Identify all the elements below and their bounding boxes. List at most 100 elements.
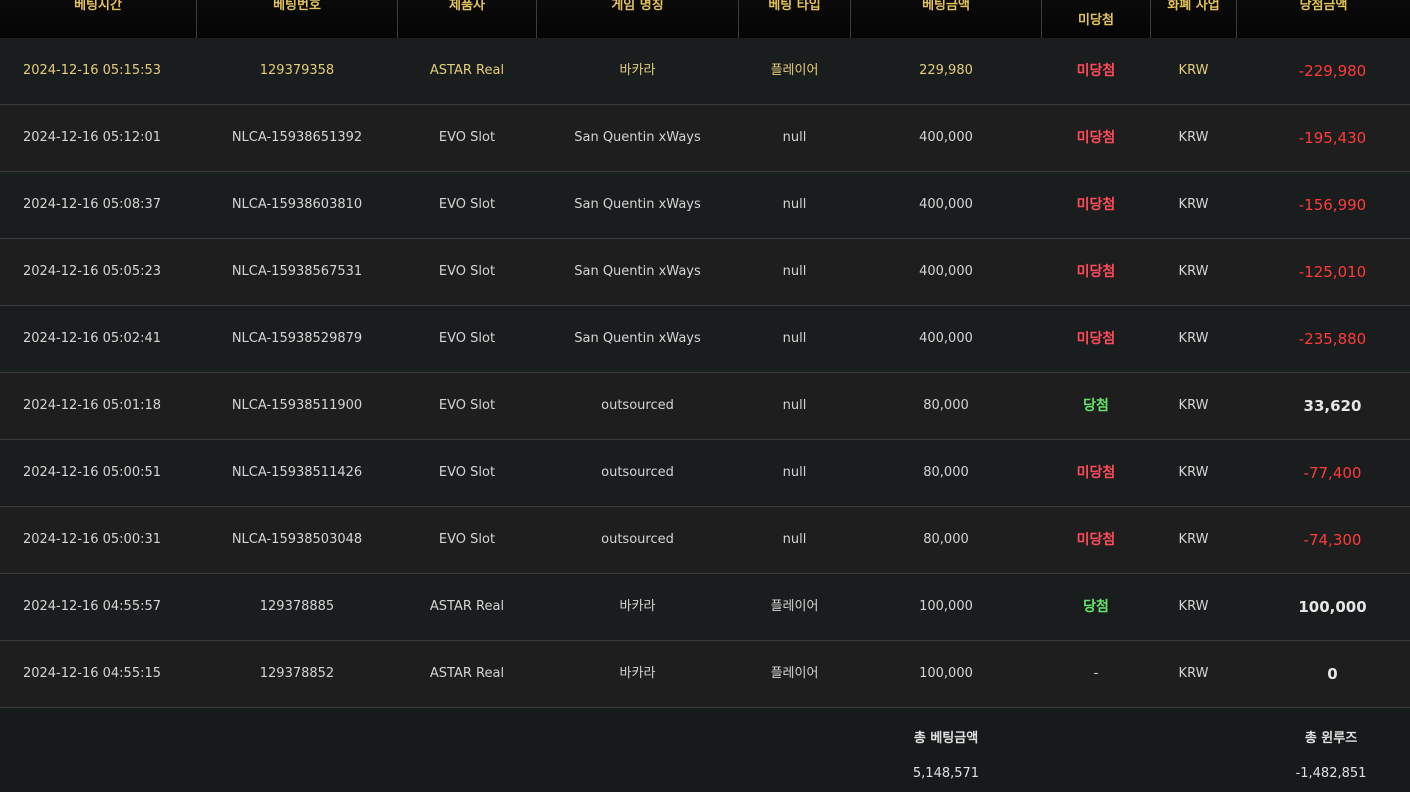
bet-amount-cell: 100,000 xyxy=(919,666,973,681)
bet-type-cell: null xyxy=(782,331,807,346)
col-win-amount: 당첨금액 xyxy=(1237,0,1410,38)
result-cell: 당첨 xyxy=(1083,398,1109,414)
total-bet-label: 총 베팅금액 xyxy=(913,731,979,746)
bet-number-cell: NLCA-15938511426 xyxy=(231,465,363,480)
game-name-cell: outsourced xyxy=(601,398,674,413)
result-cell: 미당첨 xyxy=(1076,63,1116,79)
result-cell: 미당첨 xyxy=(1076,130,1116,146)
game-name-cell: outsourced xyxy=(601,465,674,480)
result-cell: - xyxy=(1093,666,1099,681)
bet-amount-cell: 400,000 xyxy=(919,197,973,212)
bet-time-cell: 2024-12-16 05:01:18 xyxy=(22,398,162,413)
provider-cell: EVO Slot xyxy=(438,331,496,346)
game-name-cell: San Quentin xWays xyxy=(574,331,701,346)
bet-type-cell: 플레이어 xyxy=(770,63,819,78)
result-cell: 미당첨 xyxy=(1076,465,1116,481)
bet-time-cell: 2024-12-16 04:55:15 xyxy=(22,666,162,681)
game-name-cell: outsourced xyxy=(601,532,674,547)
bet-amount-cell: 229,980 xyxy=(919,63,973,78)
bet-type-cell: null xyxy=(782,398,807,413)
bet-amount-cell: 80,000 xyxy=(923,532,969,547)
table-header: 베팅시간 베팅번호 제품사 게임 명칭 베팅 타입 베팅금액 미당첨 화폐 사업… xyxy=(0,0,1410,39)
win-amount-cell: 0 xyxy=(1327,665,1338,683)
provider-cell: EVO Slot xyxy=(438,264,496,279)
bet-number-cell: NLCA-15938529879 xyxy=(231,331,363,346)
win-amount-cell: -77,400 xyxy=(1303,464,1362,482)
currency-cell: KRW xyxy=(1178,599,1209,614)
table-footer: 총 베팅금액 5,148,571 총 윈루즈 -1,482,851 xyxy=(0,708,1410,792)
result-cell: 미당첨 xyxy=(1076,197,1116,213)
col-bet-time-label: 베팅시간 xyxy=(74,0,122,13)
currency-cell: KRW xyxy=(1178,532,1209,547)
currency-cell: KRW xyxy=(1178,331,1209,346)
bet-type-cell: 플레이어 xyxy=(770,666,819,681)
bet-time-cell: 2024-12-16 05:05:23 xyxy=(22,264,162,279)
bet-amount-cell: 400,000 xyxy=(919,264,973,279)
col-provider-label: 제품사 xyxy=(449,0,485,13)
bet-amount-cell: 400,000 xyxy=(919,130,973,145)
result-cell: 미당첨 xyxy=(1076,264,1116,280)
win-amount-cell: -156,990 xyxy=(1298,196,1367,214)
currency-cell: KRW xyxy=(1178,197,1209,212)
col-bet-amount-label: 베팅금액 xyxy=(922,0,970,13)
win-amount-cell: -229,980 xyxy=(1298,62,1367,80)
bet-amount-cell: 80,000 xyxy=(923,465,969,480)
table-row: 2024-12-16 05:01:18 NLCA-15938511900 EVO S… xyxy=(0,373,1410,440)
table-row: 2024-12-16 05:00:51 NLCA-15938511426 EVO S… xyxy=(0,440,1410,507)
bet-type-cell: null xyxy=(782,130,807,145)
result-cell: 미당첨 xyxy=(1076,532,1116,548)
bet-type-cell: null xyxy=(782,532,807,547)
col-bet-type: 베팅 타입 xyxy=(739,0,851,38)
win-amount-cell: -195,430 xyxy=(1298,129,1367,147)
table-row: 2024-12-16 05:00:31 NLCA-15938503048 EVO S… xyxy=(0,507,1410,574)
game-name-cell: 바카라 xyxy=(619,63,656,78)
game-name-cell: San Quentin xWays xyxy=(574,130,701,145)
bet-type-cell: null xyxy=(782,465,807,480)
bet-time-cell: 2024-12-16 05:02:41 xyxy=(22,331,162,346)
col-bet-type-label: 베팅 타입 xyxy=(768,0,821,13)
bet-number-cell: NLCA-15938651392 xyxy=(231,130,363,145)
provider-cell: ASTAR Real xyxy=(429,63,505,78)
game-name-cell: 바카라 xyxy=(619,666,656,681)
game-name-cell: San Quentin xWays xyxy=(574,264,701,279)
bet-time-cell: 2024-12-16 05:08:37 xyxy=(22,197,162,212)
bet-time-cell: 2024-12-16 05:00:51 xyxy=(22,465,162,480)
currency-cell: KRW xyxy=(1178,666,1209,681)
bet-number-cell: NLCA-15938511900 xyxy=(231,398,363,413)
bet-number-cell: 129378885 xyxy=(259,599,335,614)
bet-number-cell: NLCA-15938603810 xyxy=(231,197,363,212)
currency-cell: KRW xyxy=(1178,264,1209,279)
game-name-cell: San Quentin xWays xyxy=(574,197,701,212)
provider-cell: EVO Slot xyxy=(438,130,496,145)
total-winloss-label: 총 윈루즈 xyxy=(1304,731,1358,746)
bet-time-cell: 2024-12-16 05:00:31 xyxy=(22,532,162,547)
result-cell: 당첨 xyxy=(1083,599,1109,615)
table-row: 2024-12-16 05:02:41 NLCA-15938529879 EVO S… xyxy=(0,306,1410,373)
col-result-label: 미당첨 xyxy=(1078,13,1114,28)
col-result: 미당첨 xyxy=(1042,0,1151,38)
col-game-name-label: 게임 명칭 xyxy=(611,0,664,13)
bet-time-cell: 2024-12-16 04:55:57 xyxy=(22,599,162,614)
bet-type-cell: null xyxy=(782,264,807,279)
table-row: 2024-12-16 05:05:23 NLCA-15938567531 EVO S… xyxy=(0,239,1410,306)
col-bet-amount: 베팅금액 xyxy=(851,0,1042,38)
table-row: 2024-12-16 05:08:37 NLCA-15938603810 EVO S… xyxy=(0,172,1410,239)
table-row: 2024-12-16 04:55:15 129378852 ASTAR Real 바카… xyxy=(0,641,1410,708)
result-cell: 미당첨 xyxy=(1076,331,1116,347)
bet-amount-cell: 400,000 xyxy=(919,331,973,346)
col-bet-time: 베팅시간 xyxy=(0,0,197,38)
provider-cell: EVO Slot xyxy=(438,532,496,547)
win-amount-cell: -74,300 xyxy=(1303,531,1362,549)
win-amount-cell: -235,880 xyxy=(1298,330,1367,348)
provider-cell: ASTAR Real xyxy=(429,666,505,681)
bet-number-cell: NLCA-15938567531 xyxy=(231,264,363,279)
game-name-cell: 바카라 xyxy=(619,599,656,614)
table-row: 2024-12-16 04:55:57 129378885 ASTAR Real 바카… xyxy=(0,574,1410,641)
currency-cell: KRW xyxy=(1178,398,1209,413)
bet-time-cell: 2024-12-16 05:15:53 xyxy=(22,63,162,78)
currency-cell: KRW xyxy=(1178,130,1209,145)
bet-type-cell: null xyxy=(782,197,807,212)
col-currency: 화폐 사업 xyxy=(1151,0,1237,38)
col-win-amount-label: 당첨금액 xyxy=(1299,0,1348,13)
col-bet-number-label: 베팅번호 xyxy=(273,0,321,13)
